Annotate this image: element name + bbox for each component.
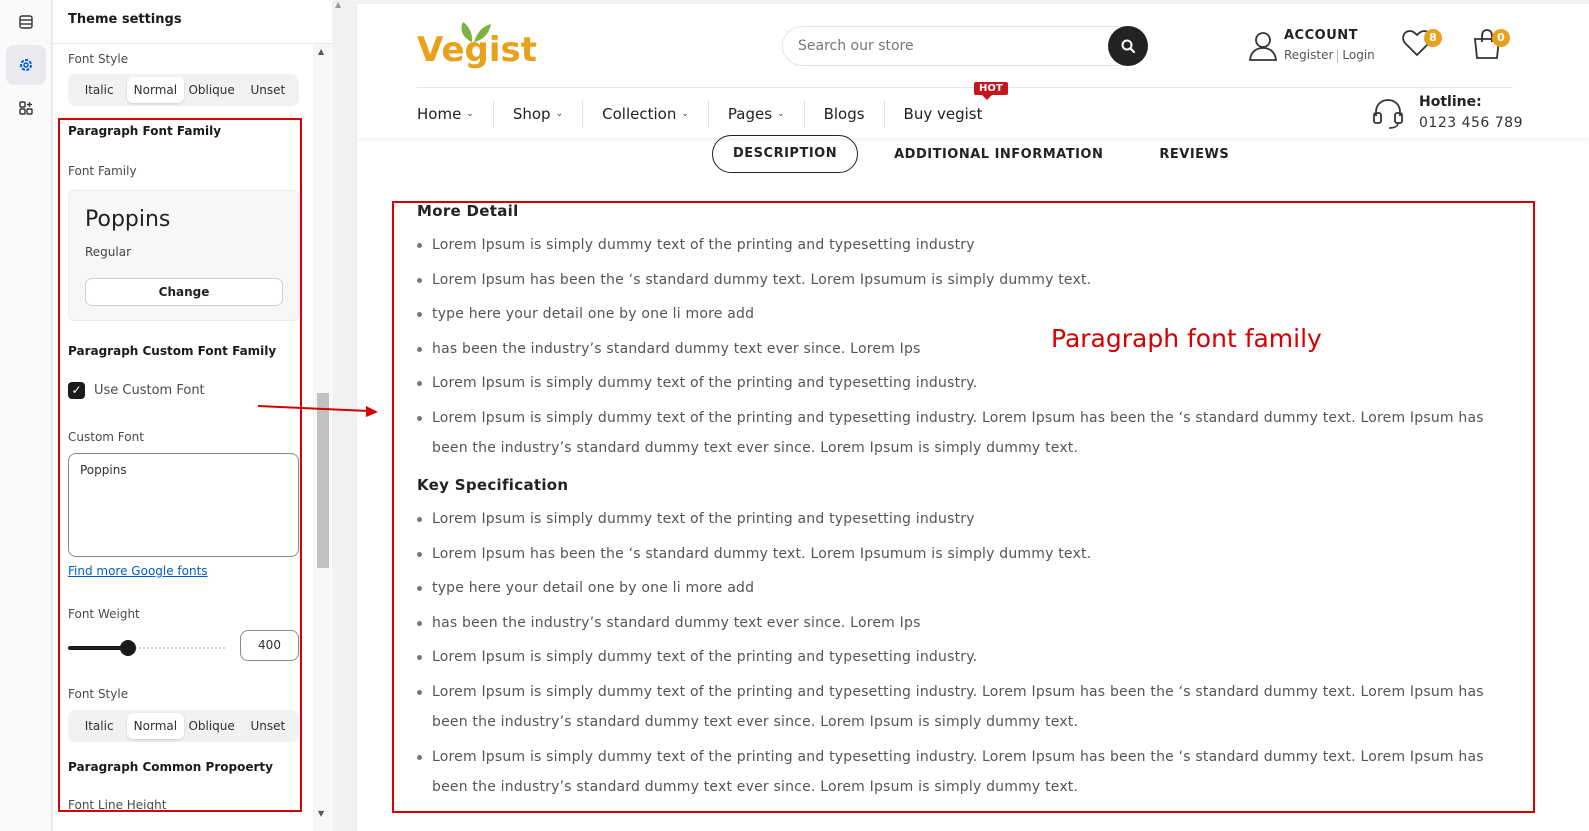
scroll-up-icon[interactable]: ▲ [318, 47, 324, 56]
font-style-label: Font Style [68, 52, 129, 66]
font-style-unset[interactable]: Unset [240, 77, 296, 103]
gutter-up-icon: ▲ [335, 0, 342, 9]
nav-home[interactable]: Home ⌄ [417, 100, 494, 128]
search-icon [1121, 39, 1136, 54]
search-button[interactable] [1108, 26, 1148, 66]
account-title[interactable]: ACCOUNT [1284, 28, 1358, 43]
hotline-title: Hotline: [1419, 94, 1482, 110]
chevron-down-icon: ⌄ [466, 109, 474, 119]
font-style-italic[interactable]: Italic [71, 77, 127, 103]
tab-reviews[interactable]: REVIEWS [1159, 147, 1229, 162]
main-nav: Home ⌄ Shop ⌄ Collection ⌄ Pages ⌄ Blogs Buy… [417, 100, 1002, 128]
tab-additional-information[interactable]: ADDITIONAL INFORMATION [894, 147, 1103, 162]
nav-buy-vegist[interactable]: Buy vegist [885, 100, 1002, 128]
store-header: Vegist Search our store ACCOUNT Register… [357, 4, 1589, 138]
store-search-input[interactable]: Search our store [782, 26, 1148, 66]
font-style-oblique[interactable]: Oblique [184, 77, 240, 103]
font-style-segmented: Italic Normal Oblique Unset [68, 74, 299, 106]
nav-blogs[interactable]: Blogs [805, 100, 885, 128]
login-link[interactable]: Login [1342, 48, 1374, 62]
icon-rail [0, 0, 52, 831]
hot-badge: HOT [974, 82, 1008, 100]
annotation-box-left [58, 118, 302, 812]
nav-pages[interactable]: Pages ⌄ [709, 100, 805, 128]
chevron-down-icon: ⌄ [681, 109, 689, 119]
hotline-number[interactable]: 0123 456 789 [1419, 115, 1523, 131]
scroll-down-icon[interactable]: ▼ [318, 809, 324, 818]
header-divider [417, 87, 1513, 88]
apps-icon[interactable] [6, 88, 46, 128]
product-tabs: DESCRIPTION ADDITIONAL INFORMATION REVIE… [712, 135, 1229, 173]
nav-collection[interactable]: Collection ⌄ [583, 100, 709, 128]
nav-shop[interactable]: Shop ⌄ [494, 100, 584, 128]
register-link[interactable]: Register [1284, 48, 1333, 62]
store-logo[interactable]: Vegist [417, 30, 537, 70]
scrollbar-thumb[interactable] [317, 393, 329, 568]
annotation-box-right [392, 201, 1535, 813]
user-icon[interactable] [1247, 29, 1279, 61]
list-icon[interactable] [6, 2, 46, 42]
chevron-down-icon: ⌄ [555, 109, 564, 119]
annotation-arrow-icon [258, 405, 378, 417]
panel-title: Theme settings [53, 0, 332, 44]
annotation-label: Paragraph font family [1051, 324, 1322, 353]
gear-icon[interactable] [6, 45, 46, 85]
wishlist-count-badge: 8 [1424, 29, 1442, 47]
account-links: Register Login [1284, 48, 1375, 63]
tab-description[interactable]: DESCRIPTION [712, 135, 859, 173]
headset-icon [1373, 99, 1403, 129]
font-style-normal[interactable]: Normal [127, 77, 184, 103]
cart-count-badge: 0 [1492, 29, 1510, 47]
chevron-down-icon: ⌄ [777, 109, 785, 119]
